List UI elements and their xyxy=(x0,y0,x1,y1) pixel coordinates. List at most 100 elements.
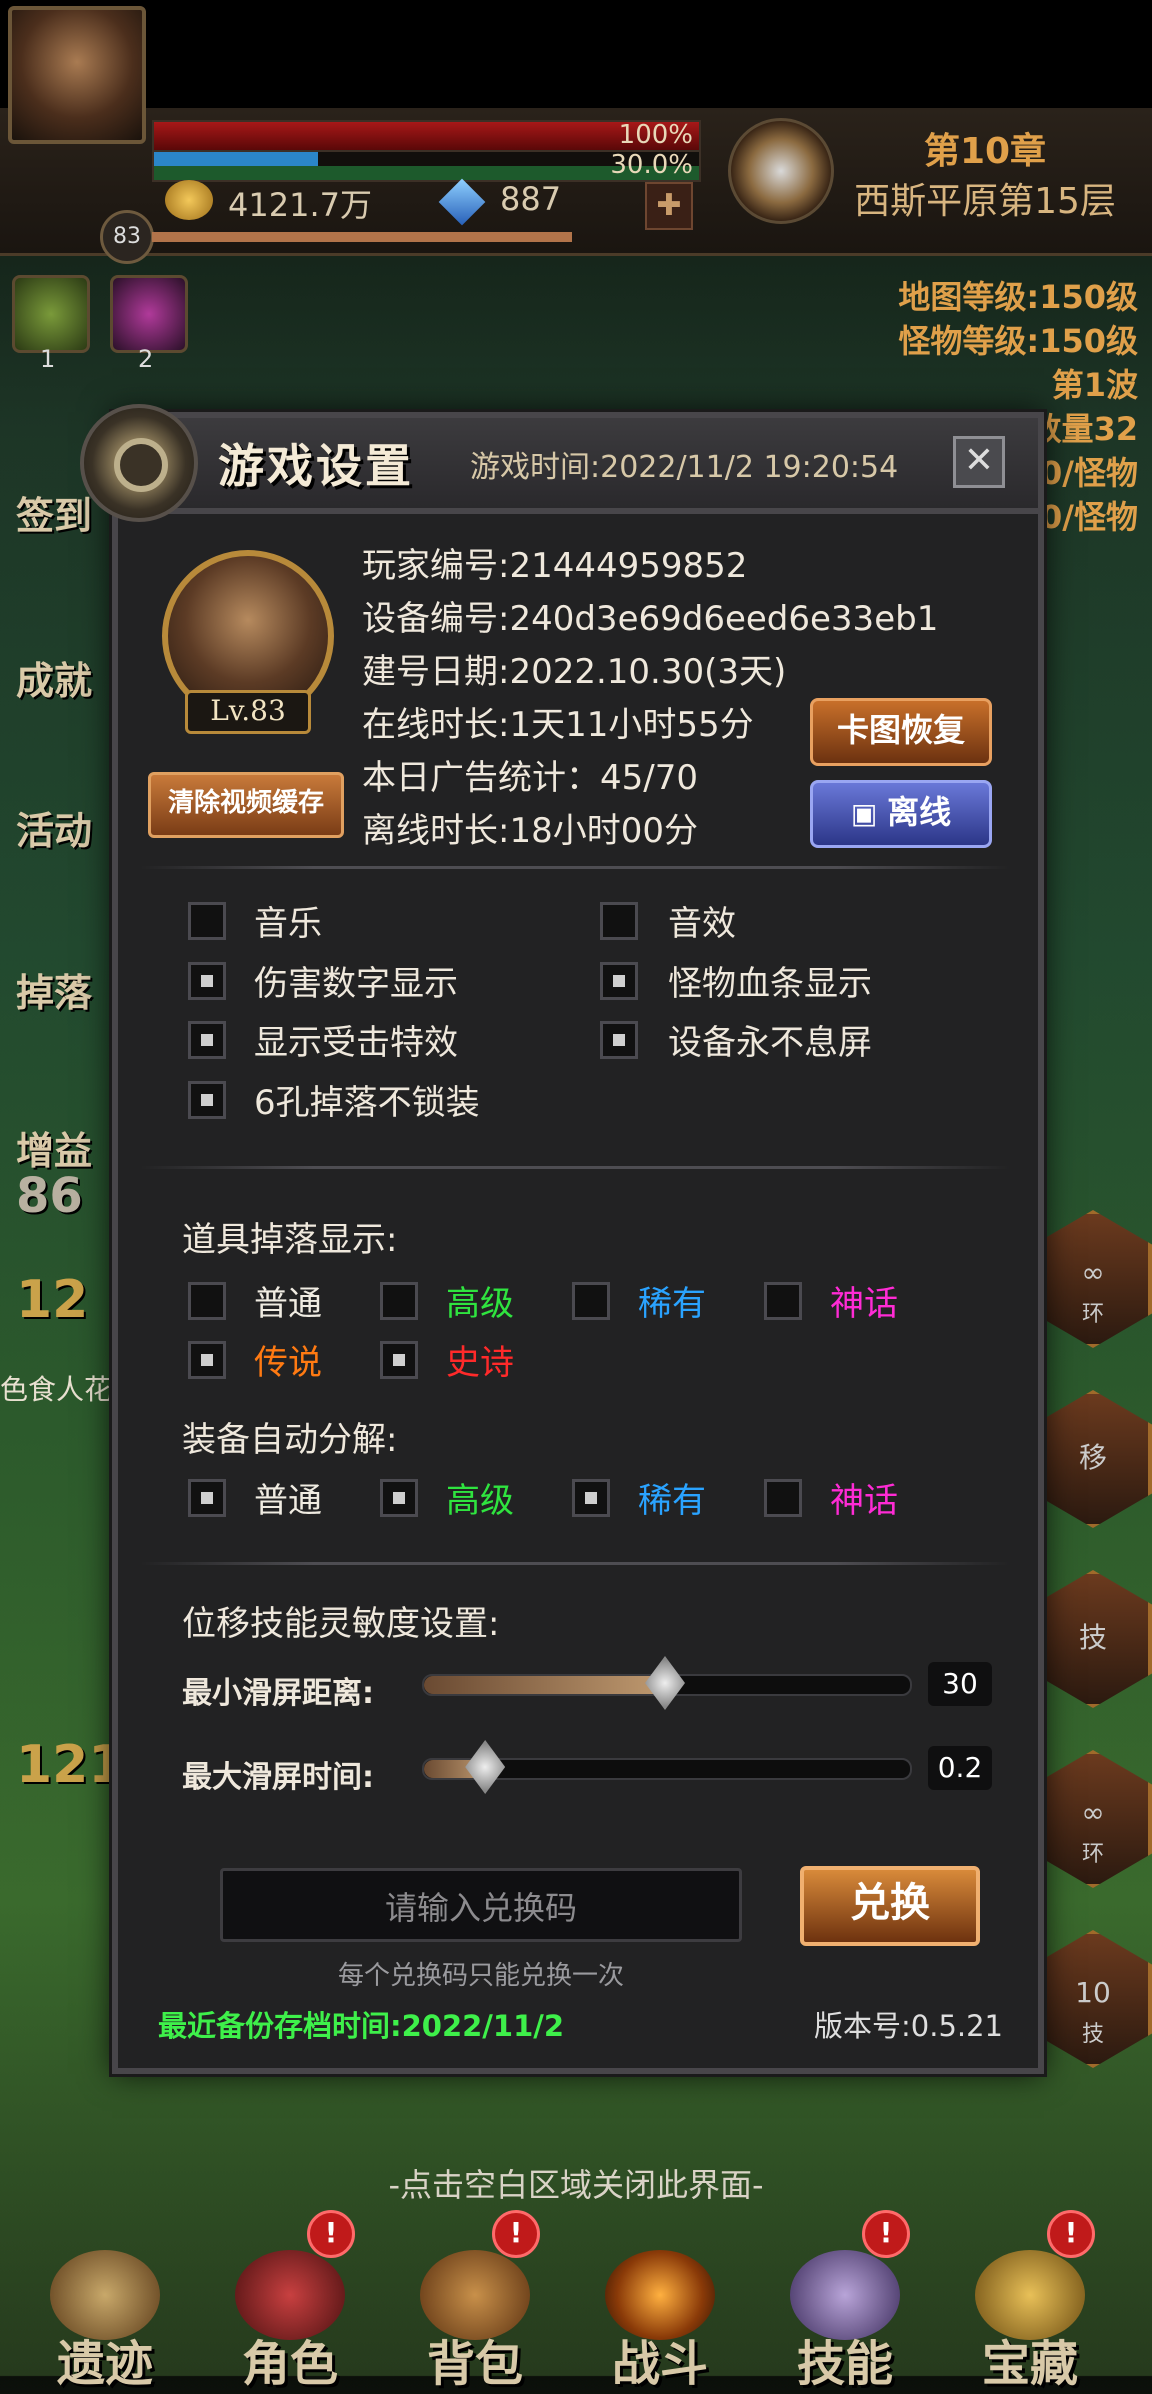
right-skill-4[interactable]: ∞ 环 xyxy=(1034,1750,1152,1888)
max-time-value: 0.2 xyxy=(928,1746,992,1790)
drop-display-title: 道具掉落显示: xyxy=(182,1220,398,1260)
min-distance-label: 最小滑屏距离: xyxy=(182,1676,374,1711)
drop-advanced-checkbox[interactable] xyxy=(380,1282,418,1320)
offline-button[interactable]: ▣ 离线 xyxy=(810,780,992,848)
online-duration: 在线时长:1天11小时55分 xyxy=(362,705,754,745)
six-slot-label: 6孔掉落不锁装 xyxy=(254,1083,480,1123)
nav-ruins[interactable]: 遗迹 xyxy=(20,2250,190,2392)
map-restore-button[interactable]: 卡图恢复 xyxy=(810,698,992,766)
alert-badge: ! xyxy=(1047,2210,1095,2258)
right-skill-5[interactable]: 10 技 xyxy=(1034,1930,1152,2068)
camera-icon: ▣ xyxy=(850,797,888,830)
alert-badge: ! xyxy=(862,2210,910,2258)
buff-count-2: 2 xyxy=(138,345,154,373)
buff-icon-2[interactable] xyxy=(110,275,188,353)
player-level-badge: 83 xyxy=(100,210,154,264)
cross-icon[interactable]: ✚ xyxy=(645,182,693,230)
ad-stats: 本日广告统计：45/70 xyxy=(362,758,698,798)
alert-badge: ! xyxy=(307,2210,355,2258)
clear-video-cache-button[interactable]: 清除视频缓存 xyxy=(148,772,344,838)
nav-treasure[interactable]: ! 宝藏 xyxy=(945,2210,1115,2392)
close-icon: ✕ xyxy=(963,440,995,481)
screen-awake-label: 设备永不息屏 xyxy=(668,1023,872,1063)
decompose-rare-label: 稀有 xyxy=(638,1481,706,1521)
right-skill-3[interactable]: 技 xyxy=(1034,1570,1152,1708)
hp-bar: 100% xyxy=(152,120,701,152)
min-distance-value: 30 xyxy=(928,1662,992,1706)
drop-mythic-checkbox[interactable] xyxy=(764,1282,802,1320)
wave-label: 第1波 xyxy=(1051,366,1138,404)
game-time: 游戏时间:2022/11/2 19:20:54 xyxy=(470,450,899,485)
damage-number-label: 伤害数字显示 xyxy=(254,964,458,1004)
close-button[interactable]: ✕ xyxy=(953,436,1005,488)
sensitivity-title: 位移技能灵敏度设置: xyxy=(182,1604,500,1644)
music-label: 音乐 xyxy=(254,904,322,944)
redeem-button[interactable]: 兑换 xyxy=(800,1866,980,1946)
gold-amount: 4121.7万 xyxy=(228,186,372,224)
auto-decompose-title: 装备自动分解: xyxy=(182,1420,398,1460)
decompose-mythic-label: 神话 xyxy=(830,1481,898,1521)
stage-title: 西斯平原第15层 xyxy=(854,181,1116,222)
drop-rare-checkbox[interactable] xyxy=(572,1282,610,1320)
nav-battle[interactable]: 战斗 xyxy=(575,2250,745,2392)
status-bar-area xyxy=(0,0,1152,108)
decompose-normal-checkbox[interactable] xyxy=(188,1479,226,1517)
signin-menu[interactable]: 签到 xyxy=(16,485,92,540)
achievement-menu[interactable]: 成就 xyxy=(16,650,92,705)
creation-date: 建号日期:2022.10.30(3天) xyxy=(362,652,787,692)
screen-awake-checkbox[interactable] xyxy=(600,1021,638,1059)
hit-effect-checkbox[interactable] xyxy=(188,1021,226,1059)
sfx-checkbox[interactable] xyxy=(600,902,638,940)
gear-center xyxy=(114,438,168,492)
damage-number-1: 12 xyxy=(16,1270,89,1330)
nav-skills[interactable]: ! 技能 xyxy=(760,2210,930,2392)
buff-menu[interactable]: 增益 xyxy=(16,1120,92,1175)
buff-icon-1[interactable] xyxy=(12,275,90,353)
right-skill-2[interactable]: 移 xyxy=(1034,1390,1152,1528)
nav-backpack[interactable]: ! 背包 xyxy=(390,2210,560,2392)
backup-time: 最近备份存档时间:2022/11/2 xyxy=(158,2009,565,2043)
activity-menu[interactable]: 活动 xyxy=(16,800,92,855)
map-level: 地图等级:150级 xyxy=(898,278,1138,316)
drop-advanced-label: 高级 xyxy=(446,1284,514,1324)
buff-count-1: 1 xyxy=(40,345,56,373)
damage-number-2: 121 xyxy=(16,1735,125,1795)
drop-rare-label: 稀有 xyxy=(638,1284,706,1324)
hit-effect-label: 显示受击特效 xyxy=(254,1023,458,1063)
decompose-advanced-checkbox[interactable] xyxy=(380,1479,418,1517)
max-time-label: 最大滑屏时间: xyxy=(182,1760,374,1795)
gold-icon xyxy=(165,180,213,220)
player-portrait[interactable] xyxy=(8,6,146,144)
drop-mythic-label: 神话 xyxy=(830,1284,898,1324)
mp-percent: 30.0% xyxy=(610,150,693,180)
drop-menu[interactable]: 掉落 xyxy=(16,962,92,1017)
drop-normal-label: 普通 xyxy=(254,1284,322,1324)
device-id: 设备编号:240d3e69d6eed6e33eb1 xyxy=(362,599,939,639)
close-hint[interactable]: -点击空白区域关闭此界面- xyxy=(0,2160,1152,2206)
redeem-code-input[interactable]: 请输入兑换码 xyxy=(220,1868,742,1942)
sfx-label: 音效 xyxy=(668,904,736,944)
avatar-level: Lv.83 xyxy=(185,690,311,734)
decompose-advanced-label: 高级 xyxy=(446,1481,514,1521)
decompose-normal-label: 普通 xyxy=(254,1481,322,1521)
kill-progress-1: 0/怪物 xyxy=(1040,454,1138,492)
nav-character[interactable]: ! 角色 xyxy=(205,2210,375,2392)
offline-duration: 离线时长:18小时00分 xyxy=(362,811,698,851)
decompose-mythic-checkbox[interactable] xyxy=(764,1479,802,1517)
hp-percent: 100% xyxy=(618,120,693,150)
monster-hp-checkbox[interactable] xyxy=(600,962,638,1000)
damage-number-checkbox[interactable] xyxy=(188,962,226,1000)
monster-hp-label: 怪物血条显示 xyxy=(668,964,872,1004)
gem-amount: 887 xyxy=(500,180,562,218)
xp-bar xyxy=(152,232,572,242)
decompose-rare-checkbox[interactable] xyxy=(572,1479,610,1517)
right-skill-1[interactable]: ∞ 环 xyxy=(1034,1210,1152,1348)
drop-epic-checkbox[interactable] xyxy=(380,1341,418,1379)
music-checkbox[interactable] xyxy=(188,902,226,940)
drop-normal-checkbox[interactable] xyxy=(188,1282,226,1320)
monster-count: 数量32 xyxy=(1029,410,1138,448)
six-slot-checkbox[interactable] xyxy=(188,1081,226,1119)
boss-icon[interactable] xyxy=(728,118,834,224)
chapter-title: 第10章 xyxy=(923,131,1047,172)
drop-legend-checkbox[interactable] xyxy=(188,1341,226,1379)
